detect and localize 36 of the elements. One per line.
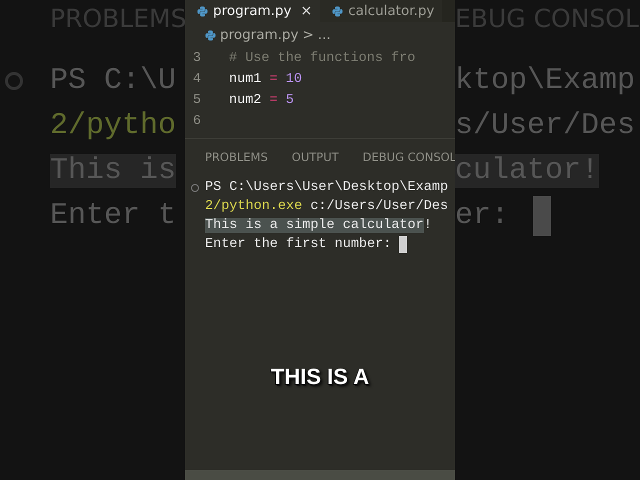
- backdrop-text: s/User/Des: [455, 108, 636, 142]
- terminal-text: This is a simple calculator: [205, 218, 424, 233]
- breadcrumb-separator: >: [302, 27, 314, 43]
- python-icon: [205, 30, 216, 40]
- line-number: 4: [192, 72, 202, 87]
- terminal-text: 2/python.exe: [205, 199, 302, 214]
- circle-icon: [191, 184, 199, 192]
- panel-tab[interactable]: OUTPUT: [292, 149, 339, 165]
- panel-tab[interactable]: PROBLEMS: [205, 149, 268, 165]
- close-icon[interactable]: ×: [300, 3, 312, 19]
- python-icon: [197, 6, 208, 16]
- code-line: num2 = 5: [229, 93, 294, 108]
- terminal-text: !: [424, 218, 432, 233]
- terminal-text: c:/Users/User/Des: [309, 199, 448, 214]
- backdrop-text: 2/pytho: [50, 108, 176, 142]
- video-caption: THIS IS A: [270, 364, 370, 390]
- circle-icon: [5, 72, 23, 90]
- backdrop-text: Enter t: [50, 198, 176, 232]
- file-tab[interactable]: program.py ×: [185, 0, 320, 22]
- terminal-text: Enter the first number:: [205, 237, 392, 252]
- line-number: 3: [192, 51, 202, 66]
- code-line: num1 = 10: [229, 72, 302, 87]
- breadcrumb-file[interactable]: program.py: [220, 27, 298, 43]
- file-tab[interactable]: calculator.py: [320, 0, 442, 22]
- terminal-text: PS C:\Users\User\Desktop\Examp: [205, 180, 448, 195]
- python-icon: [332, 6, 344, 16]
- backdrop-text: er:: [455, 198, 510, 232]
- text-cursor: [533, 196, 552, 236]
- line-number: 6: [192, 114, 202, 129]
- breadcrumb-more[interactable]: ...: [318, 27, 331, 43]
- backdrop-text: ktop\Examp: [455, 64, 636, 98]
- line-number: 5: [192, 93, 202, 108]
- panel-tab[interactable]: DEBUG CONSOL: [362, 149, 456, 165]
- backdrop-text: PS C:\U: [50, 64, 176, 98]
- code-line: # Use the functions fro: [229, 51, 416, 66]
- text-cursor: [399, 236, 408, 253]
